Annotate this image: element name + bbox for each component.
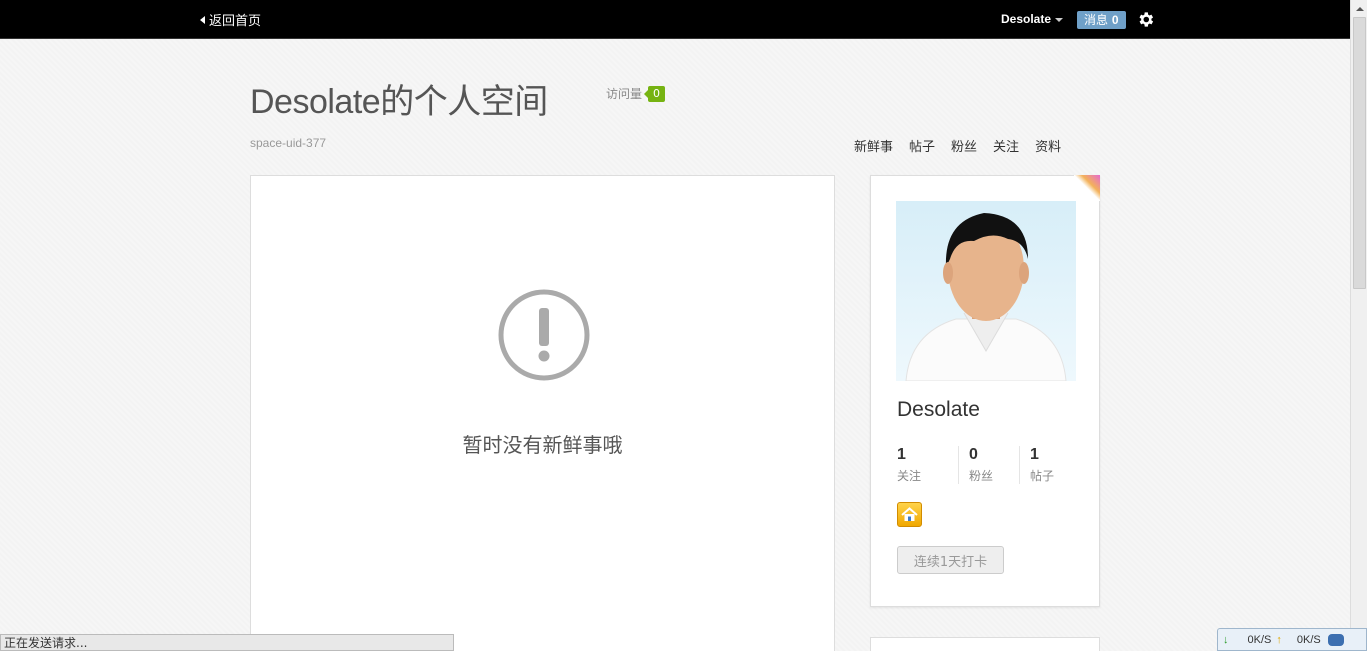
chevron-left-icon	[200, 15, 205, 24]
gamepad-icon[interactable]	[1327, 633, 1344, 646]
checkin-button[interactable]: 连续1天打卡	[897, 546, 1004, 574]
stat-fans[interactable]: 0 粉丝	[958, 446, 1019, 484]
stat-posts[interactable]: 1 帖子	[1019, 446, 1080, 484]
stat-value: 1	[1030, 446, 1039, 463]
messages-button[interactable]: 消息 0	[1077, 11, 1126, 29]
alert-circle-icon	[498, 289, 590, 381]
messages-count: 0	[1111, 13, 1119, 27]
visits-count-badge: 0	[644, 85, 666, 102]
profile-card: Desolate 1 关注 0 粉丝 1 帖子 连续1天打卡	[870, 175, 1100, 607]
user-menu-dropdown[interactable]: Desolate	[1001, 12, 1064, 26]
stat-value: 0	[969, 446, 978, 463]
tab-following[interactable]: 关注	[993, 136, 1019, 155]
feed-panel: 暂时没有新鲜事哦	[250, 175, 835, 651]
visit-counter: 访问量 0	[606, 85, 666, 102]
upload-speed: 0K/S	[1296, 633, 1321, 646]
page-scrollbar[interactable]	[1350, 0, 1367, 651]
network-speed-widget[interactable]: ↓ 0K/S ↑ 0K/S	[1217, 628, 1367, 651]
profile-name: Desolate	[897, 398, 980, 421]
corner-ribbon	[1074, 175, 1100, 201]
caret-down-icon	[1055, 18, 1064, 22]
tab-fans[interactable]: 粉丝	[951, 136, 977, 155]
stat-label: 粉丝	[969, 469, 994, 483]
visits-label: 访问量	[606, 87, 643, 101]
back-home-link[interactable]: 返回首页	[200, 10, 261, 29]
gear-icon[interactable]	[1136, 10, 1155, 29]
page-title: Desolate的个人空间	[250, 83, 548, 121]
tab-posts[interactable]: 帖子	[909, 136, 935, 155]
house-icon	[901, 507, 918, 521]
avatar[interactable]	[896, 201, 1076, 381]
stat-value: 1	[897, 446, 906, 463]
empty-feed-message: 暂时没有新鲜事哦	[462, 433, 623, 457]
default-avatar-icon	[905, 213, 1067, 381]
tab-profile[interactable]: 资料	[1035, 136, 1061, 155]
home-badge[interactable]	[897, 502, 922, 527]
top-navbar: 返回首页 Desolate 消息 0	[0, 0, 1350, 39]
user-menu-name: Desolate	[1001, 12, 1052, 26]
stat-label: 关注	[897, 469, 922, 483]
profile-stats: 1 关注 0 粉丝 1 帖子	[897, 446, 1080, 484]
scrollbar-thumb[interactable]	[1353, 17, 1366, 289]
download-speed: 0K/S	[1247, 633, 1272, 646]
stat-label: 帖子	[1030, 469, 1055, 483]
messages-label: 消息	[1084, 13, 1109, 27]
secondary-card	[870, 637, 1100, 651]
space-tabs: 新鲜事 帖子 粉丝 关注 资料	[854, 136, 1061, 155]
scroll-up-arrow-icon[interactable]	[1351, 0, 1367, 17]
tab-news[interactable]: 新鲜事	[854, 136, 893, 155]
download-arrow-icon: ↓	[1223, 633, 1229, 646]
stat-following[interactable]: 1 关注	[897, 446, 958, 484]
upload-arrow-icon: ↑	[1276, 633, 1282, 646]
back-home-label: 返回首页	[209, 14, 262, 29]
browser-status-bar: 正在发送请求...	[0, 634, 454, 651]
space-uid: space-uid-377	[250, 136, 327, 150]
